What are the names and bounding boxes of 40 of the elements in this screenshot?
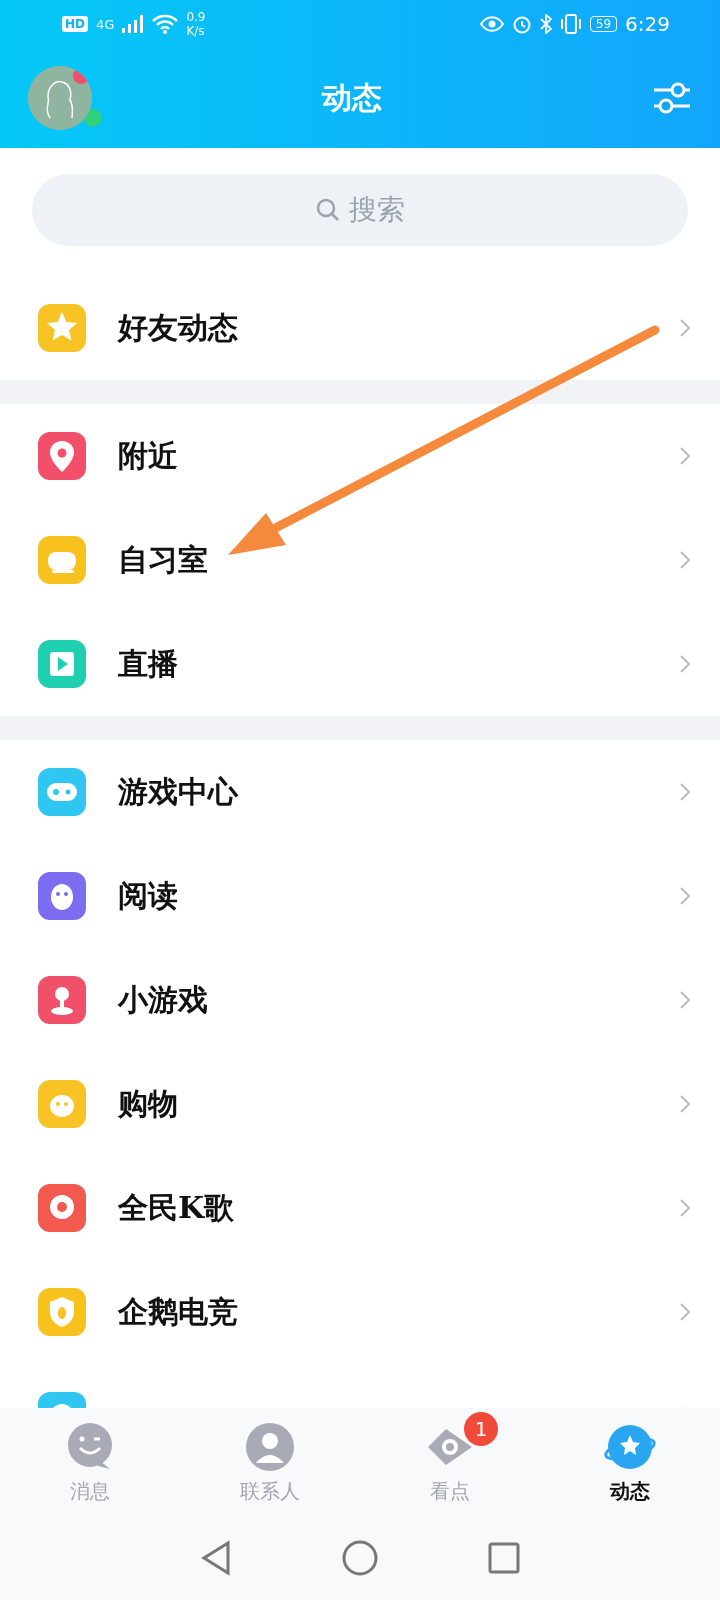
page-title: 动态: [322, 78, 382, 117]
eye-icon: [479, 16, 504, 32]
recents-icon[interactable]: [488, 1542, 520, 1574]
network-type: 4G: [96, 16, 115, 32]
menu-item-label[interactable]: 全民K歌: [118, 1187, 646, 1229]
nav-tab[interactable]: 动态: [540, 1408, 720, 1516]
notification-badge: 1: [464, 1412, 498, 1446]
gamepad-icon[interactable]: [38, 768, 86, 816]
bluetooth-icon: [539, 14, 552, 34]
avatar[interactable]: [28, 66, 92, 130]
alarm-icon: [511, 14, 532, 34]
back-icon[interactable]: [200, 1540, 232, 1576]
signal-icon: [122, 15, 145, 33]
home-icon[interactable]: [342, 1540, 378, 1576]
menu-item-label[interactable]: 直播: [118, 643, 646, 685]
pin-icon[interactable]: [38, 432, 86, 480]
wifi-icon: [152, 14, 179, 34]
menu-item-label[interactable]: 附近: [118, 435, 646, 477]
speed-unit: K/s: [186, 24, 206, 38]
hd-indicator: HD: [62, 16, 88, 32]
penguin-icon[interactable]: [38, 872, 86, 920]
menu-item-label[interactable]: 购物: [118, 1083, 646, 1125]
menu-item-label[interactable]: 阅读: [118, 875, 646, 917]
menu-item-label[interactable]: 好友动态: [118, 307, 646, 349]
battery-indicator: 59: [589, 16, 618, 32]
menu-item-label[interactable]: 自习室: [118, 539, 646, 581]
speed-value: 0.9: [186, 10, 206, 24]
joystick-icon[interactable]: [38, 976, 86, 1024]
settings-icon[interactable]: [652, 80, 692, 116]
search-icon: [315, 197, 341, 223]
play-icon[interactable]: [38, 640, 86, 688]
menu-item-label[interactable]: 企鹅电竞: [118, 1291, 646, 1333]
vibrate-icon: [559, 14, 582, 34]
search-placeholder: 搜索: [349, 192, 405, 228]
clock: 6:29: [625, 12, 670, 36]
shield-icon[interactable]: [38, 1288, 86, 1336]
online-dot-icon: [84, 109, 102, 127]
menu-item-label[interactable]: 小游戏: [118, 979, 646, 1021]
menu-item-label[interactable]: 游戏中心: [118, 771, 646, 813]
nav-tab[interactable]: 看点 1: [360, 1408, 540, 1516]
